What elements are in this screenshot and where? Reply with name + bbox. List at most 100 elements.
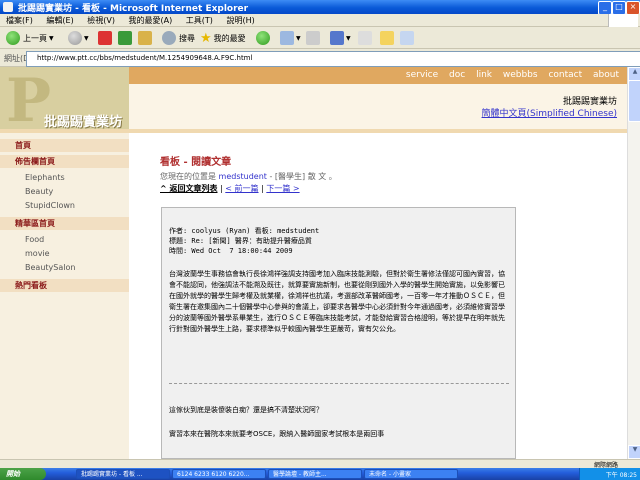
address-bar: 網址(D) http://www.ptt.cc/bbs/medstudent/M… (0, 49, 640, 67)
prev-article-link[interactable]: < 前一篇 (225, 184, 258, 193)
scroll-thumb[interactable] (628, 80, 640, 122)
task-spreadsheet[interactable]: 6124 6233 6120 6220... (172, 469, 266, 479)
sidebar-essence-section[interactable]: 精華區首頁 (0, 217, 129, 230)
menu-file[interactable]: 檔案(F) (0, 14, 38, 26)
nav-divider: | (220, 184, 223, 193)
windows-logo-icon (608, 14, 638, 27)
article-header: 作者: coolyus (Ryan) 看板: medstudent 標題: Re… (169, 227, 320, 255)
article-body: 台灣波蘭學生事務協會執行長徐鴻祥強調支持國考加入臨床技能測驗，但對於衛生署修法僅… (169, 270, 505, 333)
clock: 下午 08:25 (605, 472, 637, 479)
article-question: 這傢伙到底是裝傻裝白痴？還是搞不清楚狀況阿？ (169, 406, 323, 414)
task-paint[interactable]: 未命名 - 小畫家 (364, 469, 458, 479)
page-content: P 批踢踢實業坊 service doc link webbbs contact… (0, 67, 627, 459)
sidebar-item-elephants[interactable]: Elephants (25, 173, 65, 182)
edit-button[interactable]: ▼ (330, 30, 351, 46)
status-bar: 網際網路 (0, 459, 640, 469)
home-icon (138, 31, 152, 45)
print-icon (306, 31, 320, 45)
back-arrow-icon (6, 31, 20, 45)
scroll-up-icon[interactable]: ▲ (628, 67, 640, 81)
nav-doc[interactable]: doc (449, 70, 465, 80)
sidebar-home[interactable]: 首頁 (0, 139, 129, 152)
nav-service[interactable]: service (406, 70, 438, 80)
stop-icon (98, 31, 112, 45)
subheader: 批踢踢實業坊 簡體中文頁(Simplified Chinese) (129, 84, 627, 129)
history-button[interactable] (256, 30, 270, 46)
refresh-button[interactable] (118, 30, 132, 46)
messenger-button[interactable] (380, 30, 394, 46)
sidebar-item-beautysalon[interactable]: BeautySalon (25, 263, 75, 272)
sidebar: 首頁 佈告欄首頁 Elephants Beauty StupidClown 精華… (0, 133, 129, 459)
address-input[interactable]: http://www.ptt.cc/bbs/medstudent/M.12549… (26, 51, 640, 67)
mail-button[interactable]: ▼ (280, 30, 301, 46)
breadcrumb-prefix: 您現在的位置是 (160, 172, 216, 181)
scroll-down-icon[interactable]: ▼ (628, 445, 640, 459)
article-nav: ^ 返回文章列表 | < 前一篇 | 下一篇 > (160, 183, 300, 194)
nav-link[interactable]: link (476, 70, 492, 80)
ie-app-icon (3, 2, 13, 12)
search-icon (162, 31, 176, 45)
nav-webbbs[interactable]: webbbs (503, 70, 538, 80)
research-icon (400, 31, 414, 45)
nav-contact[interactable]: contact (548, 70, 582, 80)
mail-icon (280, 31, 294, 45)
chevron-down-icon: ▼ (296, 34, 301, 42)
refresh-icon (118, 31, 132, 45)
sidebar-item-food[interactable]: Food (25, 235, 44, 244)
discuss-button[interactable] (358, 30, 372, 46)
nav-about[interactable]: about (593, 70, 619, 80)
sidebar-board-section[interactable]: 佈告欄首頁 (0, 155, 129, 168)
logo-text: 批踢踢實業坊 (44, 115, 123, 129)
sidebar-item-beauty[interactable]: Beauty (25, 187, 53, 196)
article-divider (169, 383, 509, 384)
minimize-button[interactable]: _ (598, 1, 612, 15)
top-nav: service doc link webbbs contact about (398, 70, 619, 80)
close-button[interactable]: × (626, 1, 640, 15)
article-reply: 實習本來在醫院本來就要考OSCE，跟納入醫師國家考試根本是兩回事 (169, 430, 385, 438)
forward-button[interactable]: ▼ (68, 30, 89, 46)
page-title: 看板 - 閱讀文章 (160, 157, 232, 168)
vertical-scrollbar[interactable]: ▲ ▼ (627, 67, 640, 459)
favorites-button[interactable]: ★ 我的最愛 (200, 30, 246, 46)
back-label: 上一頁 (23, 33, 47, 43)
sidebar-hot-boards[interactable]: 熱門看板 (0, 279, 129, 292)
word-icon (330, 31, 344, 45)
sidebar-item-stupidclown[interactable]: StupidClown (25, 201, 75, 210)
toolbar: 上一頁 ▼ ▼ 搜尋 ★ 我的最愛 ▼ ▼ (0, 27, 640, 49)
home-button[interactable] (138, 30, 152, 46)
chevron-down-icon: ▼ (49, 34, 54, 42)
stop-button[interactable] (98, 30, 112, 46)
menu-edit[interactable]: 編輯(E) (40, 14, 78, 26)
menu-favorites[interactable]: 我的最愛(A) (123, 14, 178, 26)
menu-help[interactable]: 說明(H) (220, 14, 259, 26)
chevron-down-icon: ▼ (346, 34, 351, 42)
task-ie[interactable]: 批踢踢實業坊 - 看板 ... (76, 469, 170, 479)
print-button[interactable] (306, 30, 320, 46)
breadcrumb-tag: [醫學生] (274, 172, 306, 181)
menu-view[interactable]: 檢視(V) (81, 14, 120, 26)
maximize-button[interactable]: □ (612, 1, 626, 15)
taskbar: 開始 批踢踢實業坊 - 看板 ... 6124 6233 6120 6220..… (0, 468, 640, 480)
menu-tools[interactable]: 工具(T) (180, 14, 218, 26)
article-box: 作者: coolyus (Ryan) 看板: medstudent 標題: Re… (161, 207, 516, 459)
chevron-down-icon: ▼ (84, 34, 89, 42)
next-article-link[interactable]: 下一篇 > (266, 184, 299, 193)
back-button[interactable]: 上一頁 ▼ (6, 30, 54, 46)
research-button[interactable] (400, 30, 414, 46)
back-to-list-link[interactable]: ^ 返回文章列表 (160, 184, 218, 193)
site-logo[interactable]: P 批踢踢實業坊 (0, 67, 129, 129)
discuss-icon (358, 31, 372, 45)
task-forum[interactable]: 醫學論壇 - 教師主... (268, 469, 362, 479)
star-icon: ★ (200, 30, 212, 46)
search-button[interactable]: 搜尋 (162, 30, 195, 46)
breadcrumb: 您現在的位置是 medstudent - [醫學生] 散 文 。 (160, 171, 337, 182)
start-button[interactable]: 開始 (0, 468, 46, 480)
simplified-chinese-link[interactable]: 簡體中文頁(Simplified Chinese) (482, 106, 617, 119)
window-titlebar: 批踢踢實業坊 - 看板 - Microsoft Internet Explore… (0, 0, 640, 15)
sidebar-item-movie[interactable]: movie (25, 249, 50, 258)
breadcrumb-suffix: 散 文 。 (307, 172, 337, 181)
history-icon (256, 31, 270, 45)
breadcrumb-board[interactable]: medstudent (219, 172, 267, 181)
forward-arrow-icon (68, 31, 82, 45)
window-title: 批踢踢實業坊 - 看板 - Microsoft Internet Explore… (18, 4, 249, 14)
